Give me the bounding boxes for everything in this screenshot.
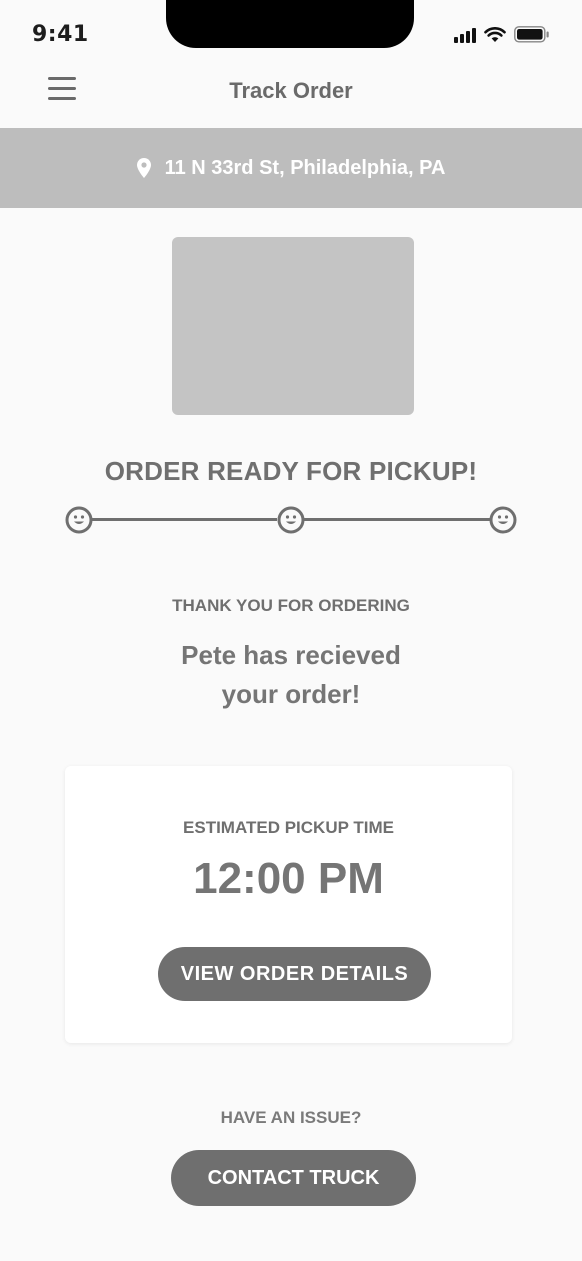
battery-icon bbox=[514, 26, 550, 43]
status-icons bbox=[454, 26, 550, 43]
pickup-time-value: 12:00 PM bbox=[193, 854, 384, 903]
received-line-2: your order! bbox=[221, 679, 361, 709]
pickup-address: 11 N 33rd St, Philadelphia, PA bbox=[164, 156, 446, 179]
view-order-details-button[interactable]: VIEW ORDER DETAILS bbox=[158, 947, 431, 1001]
pickup-time-card: ESTIMATED PICKUP TIME 12:00 PM VIEW ORDE… bbox=[65, 766, 512, 1043]
issue-label: HAVE AN ISSUE? bbox=[220, 1108, 362, 1127]
signal-icon bbox=[454, 27, 476, 43]
app-header: Track Order bbox=[0, 62, 582, 128]
address-bar: 11 N 33rd St, Philadelphia, PA bbox=[0, 128, 582, 208]
wifi-icon bbox=[484, 26, 506, 43]
order-status-heading: ORDER READY FOR PICKUP! bbox=[104, 456, 478, 486]
thank-you-label: THANK YOU FOR ORDERING bbox=[172, 596, 410, 615]
truck-image-placeholder bbox=[172, 237, 414, 415]
smiley-face-icon bbox=[65, 506, 93, 534]
device-notch bbox=[166, 0, 414, 48]
status-bar: 9:41 bbox=[0, 0, 582, 62]
contact-truck-button[interactable]: CONTACT TRUCK bbox=[171, 1150, 416, 1206]
location-pin-icon bbox=[136, 158, 151, 178]
received-line-1: Pete has recieved bbox=[181, 640, 401, 670]
smiley-face-icon bbox=[489, 506, 517, 534]
pickup-time-label: ESTIMATED PICKUP TIME bbox=[183, 818, 394, 837]
order-progress-tracker bbox=[65, 506, 517, 534]
status-time: 9:41 bbox=[32, 22, 89, 47]
page-title: Track Order bbox=[229, 78, 353, 103]
progress-line bbox=[91, 518, 277, 521]
smiley-face-icon bbox=[277, 506, 305, 534]
phone-screen: 9:41 Track Order 11 N 33rd St, Philadelp… bbox=[0, 0, 582, 1261]
order-received-message: Pete has recieved your order! bbox=[0, 636, 582, 714]
progress-line bbox=[303, 518, 491, 521]
